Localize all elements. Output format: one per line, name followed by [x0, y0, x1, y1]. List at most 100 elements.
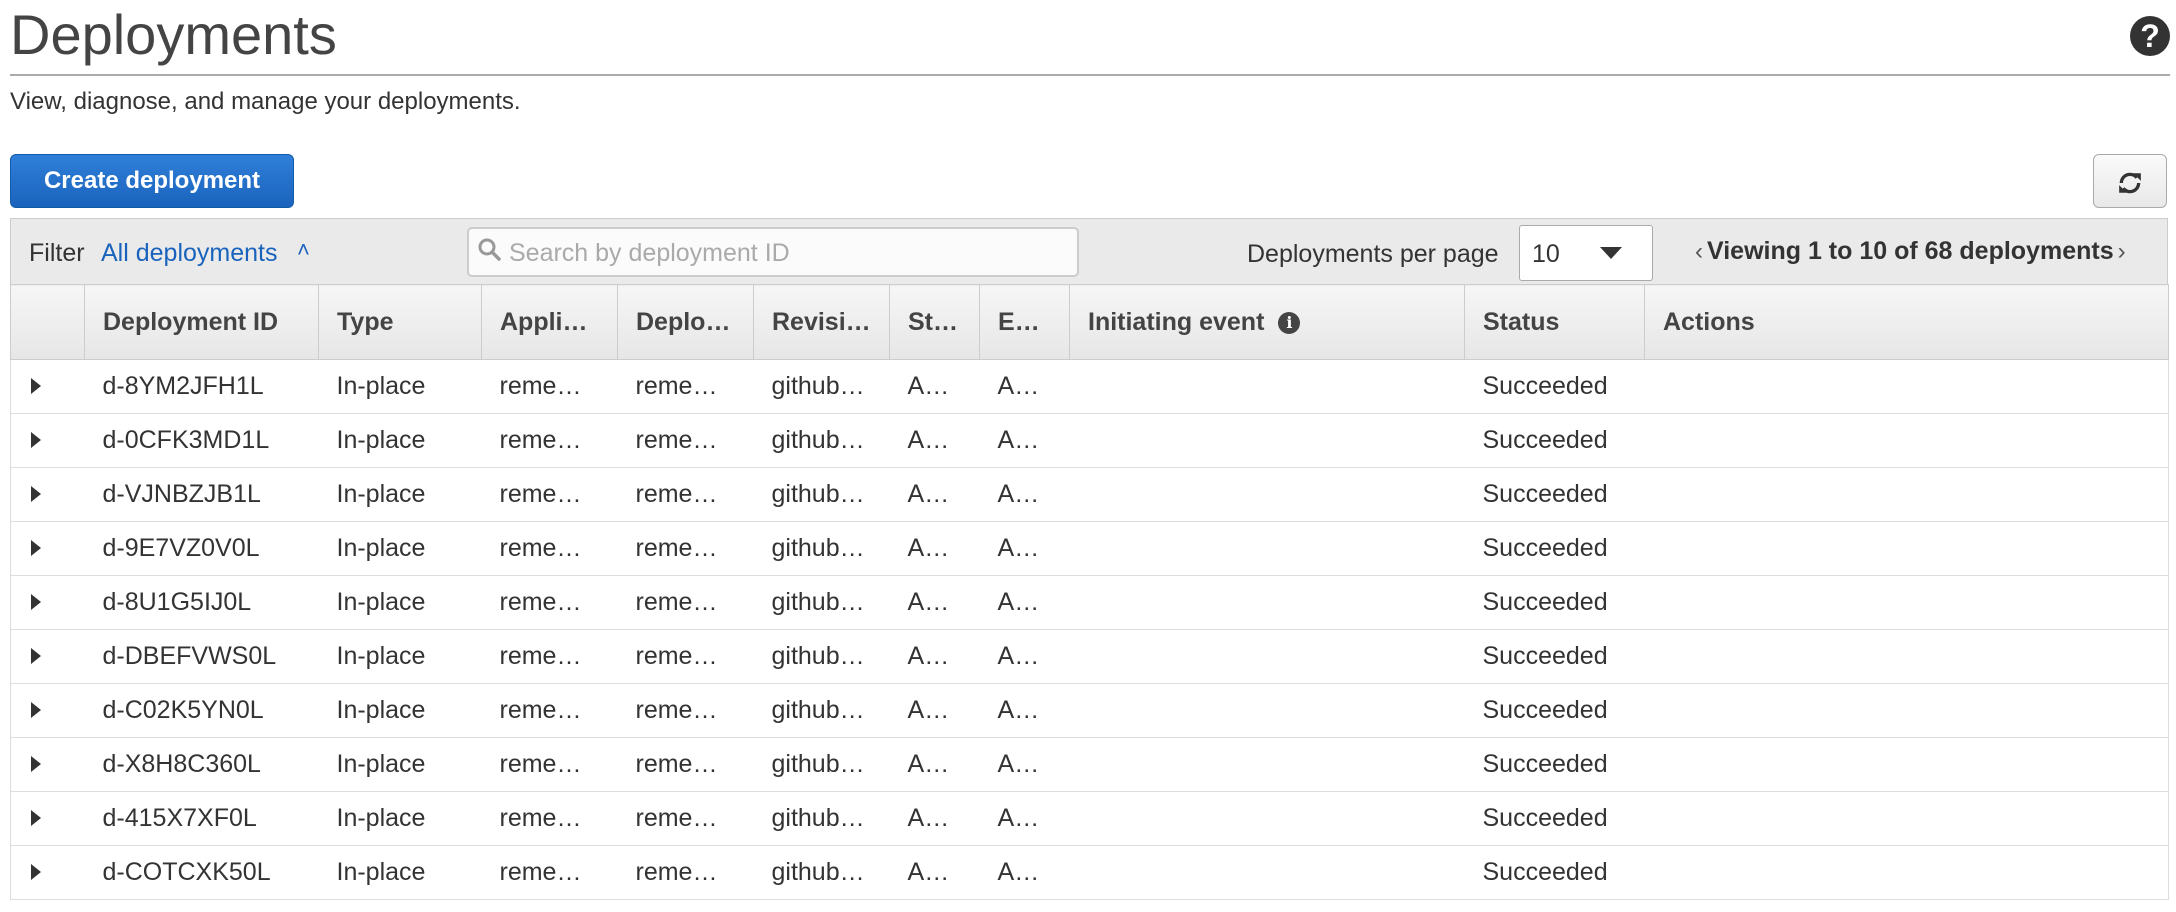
row-expand-cell[interactable] — [10, 629, 85, 684]
search-input[interactable] — [507, 229, 1071, 277]
application-link[interactable]: remem… — [481, 683, 618, 738]
application-link[interactable]: remem… — [481, 413, 618, 468]
revision-cell: github:… — [753, 737, 890, 792]
caret-right-icon[interactable] — [31, 432, 41, 448]
deployment-group-link[interactable]: remem… — [617, 629, 754, 684]
next-page-icon[interactable]: › — [2114, 238, 2130, 265]
column-header-deployment-id[interactable]: Deployment ID — [84, 284, 319, 360]
status-cell: Succeeded — [1464, 575, 1645, 630]
application-link[interactable]: remem… — [481, 467, 618, 522]
deployment-id-link[interactable]: d-9E7VZ0V0L — [84, 521, 319, 576]
caret-right-icon[interactable] — [31, 648, 41, 664]
deployment-id-link[interactable]: d-8YM2JFH1L — [84, 359, 319, 414]
deployment-group-link[interactable]: remem… — [617, 737, 754, 792]
search-box[interactable] — [467, 227, 1079, 277]
column-header-revision[interactable]: Revisi… — [753, 284, 890, 360]
row-expand-cell[interactable] — [10, 683, 85, 738]
actions-cell — [1644, 467, 2169, 522]
info-icon[interactable]: i — [1278, 311, 1301, 334]
previous-page-icon[interactable]: ‹ — [1691, 238, 1707, 265]
application-link[interactable]: remem… — [481, 575, 618, 630]
application-link[interactable]: remem… — [481, 845, 618, 900]
initiating-event-cell — [1069, 683, 1465, 738]
deployment-group-link[interactable]: remem… — [617, 521, 754, 576]
row-expand-cell[interactable] — [10, 737, 85, 792]
filter-label: Filter — [29, 239, 85, 267]
caret-right-icon[interactable] — [31, 378, 41, 394]
title-row: Deployments ? — [10, 0, 2170, 76]
column-header-deployment-group[interactable]: Deplo… — [617, 284, 754, 360]
start-time-cell: Ap… — [889, 629, 980, 684]
table-row: d-DBEFVWS0L In-place remem… remem… github:… A… — [10, 629, 2169, 684]
row-expand-cell[interactable] — [10, 845, 85, 900]
caret-right-icon[interactable] — [31, 810, 41, 826]
column-header-application[interactable]: Applic… — [481, 284, 618, 360]
status-cell: Succeeded — [1464, 737, 1645, 792]
caret-right-icon[interactable] — [31, 702, 41, 718]
caret-right-icon[interactable] — [31, 864, 41, 880]
revision-cell: github:… — [753, 413, 890, 468]
deployment-group-link[interactable]: remem… — [617, 413, 754, 468]
application-link[interactable]: remem… — [481, 521, 618, 576]
type-cell: In-place — [318, 413, 482, 468]
row-expand-cell[interactable] — [10, 521, 85, 576]
per-page-value: 10 — [1532, 240, 1560, 268]
page-subtitle: View, diagnose, and manage your deployme… — [10, 88, 521, 115]
create-deployment-button[interactable]: Create deployment — [10, 154, 294, 208]
deployment-id-link[interactable]: d-C02K5YN0L — [84, 683, 319, 738]
deployment-group-link[interactable]: remem… — [617, 845, 754, 900]
row-expand-cell[interactable] — [10, 575, 85, 630]
per-page-select[interactable]: 10 — [1519, 225, 1653, 281]
caret-right-icon[interactable] — [31, 756, 41, 772]
row-expand-cell[interactable] — [10, 359, 85, 414]
row-expand-cell[interactable] — [10, 467, 85, 522]
refresh-button[interactable] — [2093, 154, 2167, 208]
deployment-id-link[interactable]: d-COTCXK50L — [84, 845, 319, 900]
per-page-label: Deployments per page — [1247, 240, 1499, 268]
initiating-event-cell — [1069, 737, 1465, 792]
status-cell: Succeeded — [1464, 845, 1645, 900]
deployment-id-link[interactable]: d-VJNBZJB1L — [84, 467, 319, 522]
application-link[interactable]: remem… — [481, 629, 618, 684]
deployment-id-link[interactable]: d-415X7XF0L — [84, 791, 319, 846]
start-time-cell: Ap… — [889, 845, 980, 900]
deployments-table: Deployment ID Type Applic… Deplo… Revisi… — [10, 284, 2169, 900]
actions-cell — [1644, 845, 2169, 900]
column-header-type[interactable]: Type — [318, 284, 482, 360]
status-cell: Succeeded — [1464, 413, 1645, 468]
deployment-id-link[interactable]: d-0CFK3MD1L — [84, 413, 319, 468]
deployment-group-link[interactable]: remem… — [617, 467, 754, 522]
application-link[interactable]: remem… — [481, 737, 618, 792]
column-header-initiating-event[interactable]: Initiating event i — [1069, 284, 1465, 360]
pagination-text: Viewing 1 to 10 of 68 deployments — [1707, 237, 2114, 265]
caret-right-icon[interactable] — [31, 486, 41, 502]
initiating-event-cell — [1069, 359, 1465, 414]
deployment-group-link[interactable]: remem… — [617, 359, 754, 414]
deployment-group-link[interactable]: remem… — [617, 791, 754, 846]
end-time-cell: Ap… — [979, 359, 1070, 414]
status-cell: Succeeded — [1464, 521, 1645, 576]
caret-right-icon[interactable] — [31, 594, 41, 610]
caret-right-icon[interactable] — [31, 540, 41, 556]
application-link[interactable]: remem… — [481, 359, 618, 414]
row-expand-cell[interactable] — [10, 791, 85, 846]
deployment-id-link[interactable]: d-DBEFVWS0L — [84, 629, 319, 684]
column-header-status[interactable]: Status — [1464, 284, 1645, 360]
chevron-up-icon[interactable]: ˄ — [297, 237, 310, 263]
deployment-group-link[interactable]: remem… — [617, 575, 754, 630]
column-header-start[interactable]: St… — [889, 284, 980, 360]
column-header-end[interactable]: En… — [979, 284, 1070, 360]
actions-cell — [1644, 575, 2169, 630]
deployment-group-link[interactable]: remem… — [617, 683, 754, 738]
actions-cell — [1644, 629, 2169, 684]
deployment-id-link[interactable]: d-X8H8C360L — [84, 737, 319, 792]
initiating-event-cell — [1069, 413, 1465, 468]
filter-dropdown[interactable]: All deployments — [101, 239, 277, 268]
application-link[interactable]: remem… — [481, 791, 618, 846]
initiating-event-label: Initiating event — [1088, 307, 1265, 336]
table-row: d-8U1G5IJ0L In-place remem… remem… github:… A… — [10, 575, 2169, 630]
deployment-id-link[interactable]: d-8U1G5IJ0L — [84, 575, 319, 630]
end-time-cell: Ap… — [979, 791, 1070, 846]
row-expand-cell[interactable] — [10, 413, 85, 468]
question-circle-icon[interactable]: ? — [2130, 16, 2170, 56]
